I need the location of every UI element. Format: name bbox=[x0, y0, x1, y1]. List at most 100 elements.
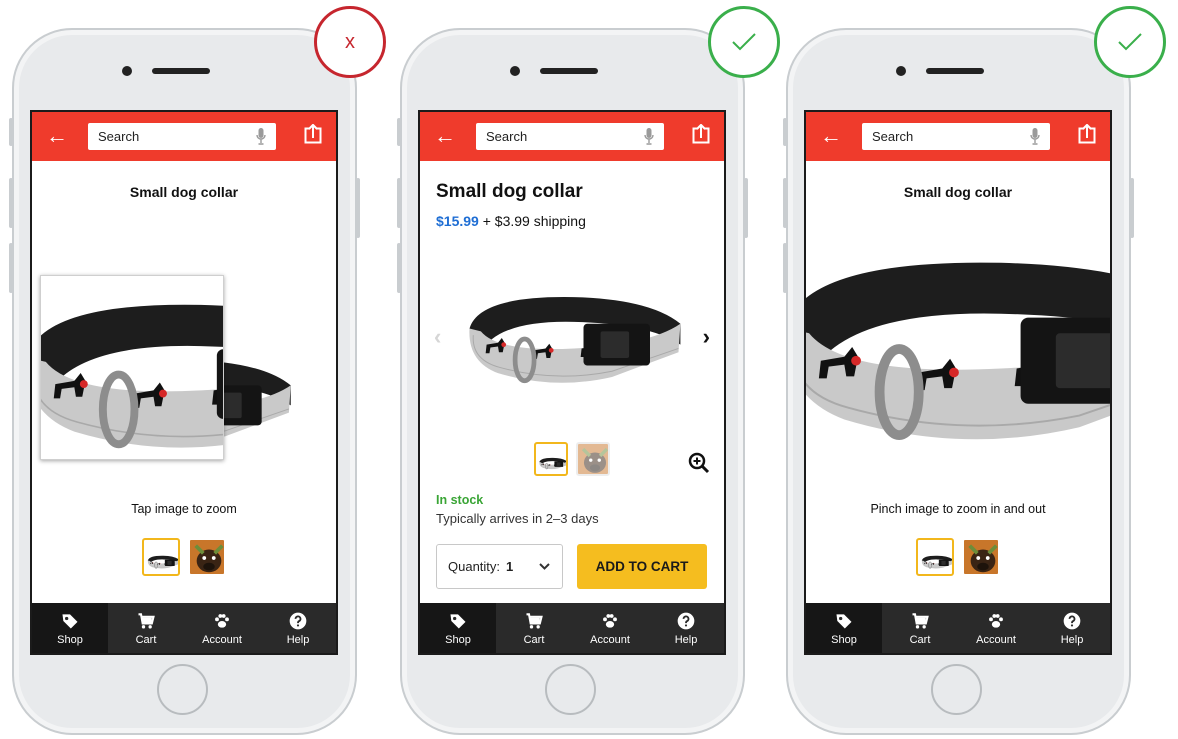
paw-icon bbox=[986, 611, 1006, 631]
thumbnail-dog[interactable] bbox=[962, 538, 1000, 576]
top-bar: ← bbox=[32, 112, 336, 161]
tab-cart[interactable]: Cart bbox=[496, 603, 572, 653]
front-camera bbox=[510, 66, 520, 76]
tab-shop[interactable]: Shop bbox=[420, 603, 496, 653]
volume-up-button bbox=[783, 178, 787, 228]
arrow-left-icon[interactable]: ← bbox=[820, 124, 842, 148]
tab-account[interactable]: Account bbox=[958, 603, 1034, 653]
tag-icon bbox=[834, 611, 854, 631]
price: $15.99 bbox=[436, 213, 479, 229]
earpiece-speaker bbox=[540, 68, 598, 74]
tab-bar: Shop Cart Account Help bbox=[420, 603, 724, 653]
earpiece-speaker bbox=[926, 68, 984, 74]
volume-up-button bbox=[397, 178, 401, 228]
tab-shop[interactable]: Shop bbox=[32, 603, 108, 653]
tab-cart[interactable]: Cart bbox=[882, 603, 958, 653]
search-box[interactable] bbox=[862, 123, 1050, 150]
tag-icon bbox=[60, 611, 80, 631]
share-icon[interactable] bbox=[304, 124, 322, 144]
share-icon[interactable] bbox=[1078, 124, 1096, 144]
search-box[interactable] bbox=[476, 123, 664, 150]
thumbnail-dog[interactable] bbox=[188, 538, 226, 576]
volume-down-button bbox=[397, 243, 401, 293]
checkmark-icon bbox=[1118, 33, 1142, 51]
front-camera bbox=[896, 66, 906, 76]
phone-mockup-2: ← Small dog collar $15.99 + $3.99 shippi… bbox=[397, 28, 748, 735]
product-title: Small dog collar bbox=[903, 184, 1013, 200]
product-title: Small dog collar bbox=[436, 181, 583, 202]
thumbnail-collar[interactable] bbox=[534, 442, 568, 476]
paw-icon bbox=[212, 611, 232, 631]
power-button bbox=[1130, 178, 1134, 238]
chevron-left-icon[interactable]: ‹ bbox=[434, 324, 441, 350]
thumbnail-strip bbox=[420, 442, 724, 476]
search-input[interactable] bbox=[862, 123, 1032, 150]
power-button bbox=[356, 178, 360, 238]
arrow-left-icon[interactable]: ← bbox=[46, 124, 68, 148]
share-icon[interactable] bbox=[692, 124, 710, 144]
tab-account[interactable]: Account bbox=[184, 603, 260, 653]
tab-bar: Shop Cart Account Help bbox=[806, 603, 1110, 653]
tab-cart[interactable]: Cart bbox=[108, 603, 184, 653]
check-badge-icon bbox=[1094, 6, 1166, 78]
x-badge-icon: x bbox=[314, 6, 386, 78]
phone-screen: ← Small dog collar Tap image to zoom Sho… bbox=[30, 110, 338, 655]
product-image[interactable] bbox=[460, 284, 688, 392]
microphone-icon[interactable] bbox=[644, 128, 654, 145]
earpiece-speaker bbox=[152, 68, 210, 74]
mute-switch bbox=[9, 118, 13, 146]
chevron-right-icon[interactable]: › bbox=[703, 324, 710, 350]
thumbnail-strip bbox=[806, 538, 1110, 576]
tab-bar: Shop Cart Account Help bbox=[32, 603, 336, 653]
zoomed-product-image bbox=[806, 252, 1110, 472]
zoom-in-icon[interactable] bbox=[688, 452, 710, 474]
thumbnail-collar[interactable] bbox=[142, 538, 180, 576]
home-button[interactable] bbox=[157, 664, 208, 715]
phone-mockup-3: ← Small dog collar Pinch image to zoom i… bbox=[783, 28, 1134, 735]
volume-down-button bbox=[9, 243, 13, 293]
paw-icon bbox=[600, 611, 620, 631]
search-input[interactable] bbox=[476, 123, 646, 150]
home-button[interactable] bbox=[931, 664, 982, 715]
tab-help[interactable]: Help bbox=[648, 603, 724, 653]
chevron-down-icon bbox=[539, 563, 550, 570]
shipping-cost: + $3.99 shipping bbox=[478, 213, 586, 229]
microphone-icon[interactable] bbox=[1030, 128, 1040, 145]
arrow-left-icon[interactable]: ← bbox=[434, 124, 456, 148]
quantity-label: Quantity: bbox=[448, 559, 501, 574]
volume-up-button bbox=[9, 178, 13, 228]
thumbnail-collar[interactable] bbox=[916, 538, 954, 576]
front-camera bbox=[122, 66, 132, 76]
phone-screen: ← Small dog collar $15.99 + $3.99 shippi… bbox=[418, 110, 726, 655]
zoom-caption: Pinch image to zoom in and out bbox=[870, 502, 1046, 516]
zoom-loupe bbox=[40, 275, 224, 460]
power-button bbox=[744, 178, 748, 238]
price-line: $15.99 + $3.99 shipping bbox=[436, 213, 586, 229]
search-input[interactable] bbox=[88, 123, 258, 150]
tab-account[interactable]: Account bbox=[572, 603, 648, 653]
top-bar: ← bbox=[420, 112, 724, 161]
microphone-icon[interactable] bbox=[256, 128, 266, 145]
product-title: Small dog collar bbox=[129, 184, 239, 200]
volume-down-button bbox=[783, 243, 787, 293]
thumbnail-dog[interactable] bbox=[576, 442, 610, 476]
mute-switch bbox=[783, 118, 787, 146]
tab-help[interactable]: Help bbox=[1034, 603, 1110, 653]
add-to-cart-button[interactable]: ADD TO CART bbox=[577, 544, 707, 589]
phone-mockup-1: ← Small dog collar Tap image to zoom Sho… bbox=[9, 28, 360, 735]
zoomed-image bbox=[40, 275, 224, 460]
question-icon bbox=[1062, 611, 1082, 631]
tab-help[interactable]: Help bbox=[260, 603, 336, 653]
thumbnail-strip bbox=[32, 538, 336, 576]
delivery-estimate: Typically arrives in 2–3 days bbox=[436, 511, 599, 526]
phone-screen: ← Small dog collar Pinch image to zoom i… bbox=[804, 110, 1112, 655]
home-button[interactable] bbox=[545, 664, 596, 715]
mute-switch bbox=[397, 118, 401, 146]
search-box[interactable] bbox=[88, 123, 276, 150]
checkmark-icon bbox=[732, 33, 756, 51]
tab-shop[interactable]: Shop bbox=[806, 603, 882, 653]
tag-icon bbox=[448, 611, 468, 631]
quantity-select[interactable]: Quantity: 1 bbox=[436, 544, 563, 589]
pinch-zoom-area[interactable] bbox=[806, 252, 1110, 472]
question-icon bbox=[288, 611, 308, 631]
